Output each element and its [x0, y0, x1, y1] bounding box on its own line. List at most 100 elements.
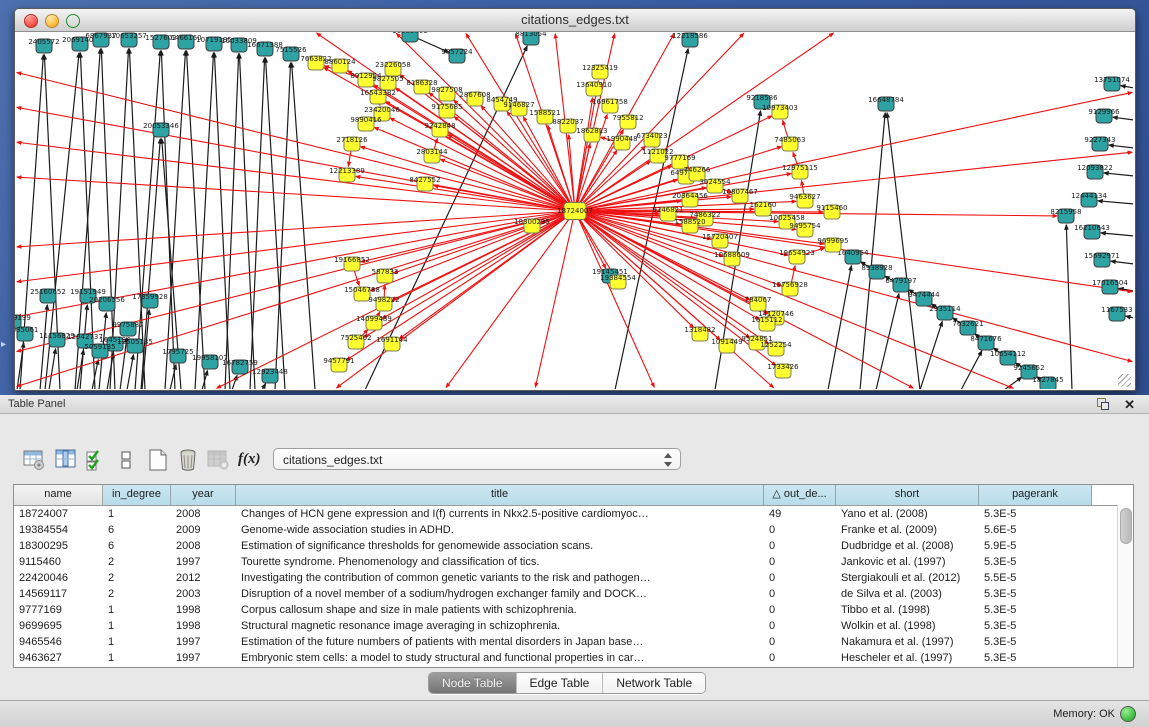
graph-node-1588520[interactable]: 1588520 [674, 218, 705, 233]
graph-node-784067[interactable]: 784067 [745, 296, 772, 311]
graph-node-1615112[interactable]: 1615112 [751, 316, 782, 331]
graph-node-8215958[interactable]: 8215958 [1050, 208, 1081, 223]
float-panel-icon[interactable] [1097, 398, 1109, 410]
table-row[interactable]: 1830029562008Estimation of significance … [14, 538, 1133, 554]
scrollbar-thumb[interactable] [1120, 508, 1132, 544]
graph-node-16648784[interactable]: 16648784 [868, 96, 904, 111]
close-panel-icon[interactable]: ✕ [1124, 396, 1135, 414]
graph-node-12213389[interactable]: 12213389 [329, 167, 365, 182]
table-row[interactable]: 969969511998Structural magnetic resonanc… [14, 618, 1133, 634]
graph-node-16210643[interactable]: 16210643 [1074, 224, 1110, 239]
table-row[interactable]: 1938455462009Genome-wide association stu… [14, 522, 1133, 538]
graph-node-13640910[interactable]: 13640910 [576, 81, 612, 96]
graph-node-20053346[interactable]: 20053346 [143, 122, 179, 137]
tab-edge-table[interactable]: Edge Table [517, 673, 604, 693]
network-canvas[interactable]: 2405572206914066867937106532571527602646… [15, 32, 1133, 389]
function-builder-icon[interactable]: f(x) [238, 450, 262, 474]
graph-node-1691144[interactable]: 1691144 [376, 336, 408, 351]
graph-node-7955812[interactable]: 7955812 [612, 114, 643, 129]
graph-node-12325419[interactable]: 12325419 [582, 64, 618, 79]
graph-node-9227343[interactable]: 9227343 [1084, 136, 1115, 151]
graph-node-9474444[interactable]: 9474444 [908, 291, 940, 306]
graph-node-835061[interactable]: 835061 [15, 326, 38, 341]
graph-node-15720407[interactable]: 15720407 [702, 233, 738, 248]
graph-node-10973403[interactable]: 10973403 [762, 104, 798, 119]
graph-node-9498222[interactable]: 9498222 [368, 296, 399, 311]
graph-node-17016504[interactable]: 17016504 [1092, 279, 1128, 294]
resize-grip[interactable] [1118, 374, 1131, 387]
graph-node-1091449[interactable]: 1091449 [711, 338, 742, 353]
column-header-out_de[interactable]: △ out_de... [764, 485, 836, 505]
table-row[interactable]: 946554611997Estimation of the future num… [14, 634, 1133, 650]
table-row[interactable]: 2242004622012Investigating the contribut… [14, 570, 1133, 586]
graph-node-9827505[interactable]: 9827505 [372, 75, 403, 90]
show-columns-icon[interactable] [54, 448, 78, 472]
select-rows-icon[interactable] [84, 448, 108, 472]
graph-node-19166852[interactable]: 19166852 [334, 256, 370, 271]
graph-node-2718126[interactable]: 2718126 [336, 136, 368, 151]
column-header-pagerank[interactable]: pagerank [979, 485, 1092, 505]
table-row[interactable]: 977716911998Corpus callosum shape and si… [14, 602, 1133, 618]
graph-node-1640954[interactable]: 1640954 [837, 249, 869, 264]
table-row[interactable]: 946362711997Embryonic stem cells: a mode… [14, 650, 1133, 666]
network-table-select[interactable]: citations_edges.txt [273, 448, 681, 470]
graph-node-9129966[interactable]: 9129966 [1088, 108, 1120, 123]
graph-node-19654923[interactable]: 19654923 [779, 249, 815, 264]
column-header-year[interactable]: year [171, 485, 236, 505]
graph-node-9115460[interactable]: 9115460 [816, 204, 847, 219]
column-header-title[interactable]: title [236, 485, 764, 505]
new-table-icon[interactable] [146, 448, 170, 472]
graph-node-19384554[interactable]: 19384554 [600, 274, 636, 289]
graph-node-16543382[interactable]: 16543382 [360, 89, 396, 104]
graph-node-20364456[interactable]: 20364456 [672, 192, 708, 207]
stacked-rows-icon[interactable] [114, 448, 138, 472]
graph-node-5059135[interactable]: 5059135 [84, 343, 115, 358]
graph-node-10653257[interactable]: 10653257 [111, 32, 147, 47]
tab-node-table[interactable]: Node Table [429, 673, 517, 693]
network-window-titlebar[interactable]: citations_edges.txt [15, 9, 1135, 32]
graph-node-8813054[interactable]: 8813054 [515, 32, 547, 45]
graph-node-19756928[interactable]: 19756928 [772, 281, 808, 296]
panel-collapse-arrow[interactable]: ▸ [1, 340, 6, 350]
graph-node-6479197[interactable]: 6479197 [885, 277, 916, 292]
graph-node-14099489[interactable]: 14099489 [356, 315, 392, 330]
memory-status-indicator[interactable] [1120, 706, 1136, 722]
column-header-in_degree[interactable]: in_degree [103, 485, 171, 505]
graph-node-9495754[interactable]: 9495754 [789, 222, 821, 237]
graph-node-10654112[interactable]: 10654112 [990, 350, 1026, 365]
graph-node-25160652[interactable]: 25160652 [30, 288, 66, 303]
graph-node-9857224[interactable]: 9857224 [441, 48, 473, 63]
graph-node-7632621[interactable]: 7632621 [952, 320, 983, 335]
graph-node-12218586[interactable]: 12218586 [672, 32, 708, 47]
tab-network-table[interactable]: Network Table [603, 673, 705, 693]
graph-node-587833[interactable]: 587833 [372, 268, 399, 283]
graph-node-12975115[interactable]: 12975115 [782, 164, 818, 179]
graph-node-12923448[interactable]: 12923448 [252, 368, 288, 383]
graph-node-1827845[interactable]: 1827845 [1032, 376, 1063, 389]
graph-node-13751074[interactable]: 13751074 [1094, 76, 1130, 91]
graph-node-1252254[interactable]: 1252254 [760, 341, 792, 356]
graph-node-1167533[interactable]: 1167533 [1101, 306, 1132, 321]
column-header-name[interactable]: name [14, 485, 103, 505]
table-row[interactable]: 1456911722003Disruption of a novel membe… [14, 586, 1133, 602]
graph-node-1862813[interactable]: 1862813 [576, 127, 607, 142]
graph-node-1733426[interactable]: 1733426 [767, 363, 799, 378]
graph-node-1990448[interactable]: 1990448 [606, 135, 637, 150]
graph-node-12093822[interactable]: 12093822 [1077, 164, 1113, 179]
delete-table-icon[interactable] [176, 448, 200, 472]
graph-node-9457791[interactable]: 9457791 [323, 357, 354, 372]
graph-node-8471676[interactable]: 8471676 [970, 335, 1002, 350]
graph-node-2405572[interactable]: 2405572 [28, 38, 59, 53]
table-settings-icon[interactable] [22, 448, 46, 472]
import-table-icon[interactable] [206, 448, 230, 472]
graph-node-12505135[interactable]: 12505135 [117, 338, 153, 353]
table-scrollbar[interactable] [1117, 505, 1133, 667]
graph-node-6734023[interactable]: 6734023 [636, 132, 667, 147]
graph-node-17359928[interactable]: 17359928 [132, 293, 168, 308]
table-row[interactable]: 911546021997Tourette syndrome. Phenomeno… [14, 554, 1133, 570]
column-header-short[interactable]: short [836, 485, 979, 505]
graph-node-12444134[interactable]: 12444134 [1071, 192, 1107, 207]
graph-node-2935114[interactable]: 2935114 [929, 305, 961, 320]
graph-node-20206556[interactable]: 20206556 [89, 296, 125, 311]
graph-node-15692971[interactable]: 15692971 [1084, 252, 1120, 267]
